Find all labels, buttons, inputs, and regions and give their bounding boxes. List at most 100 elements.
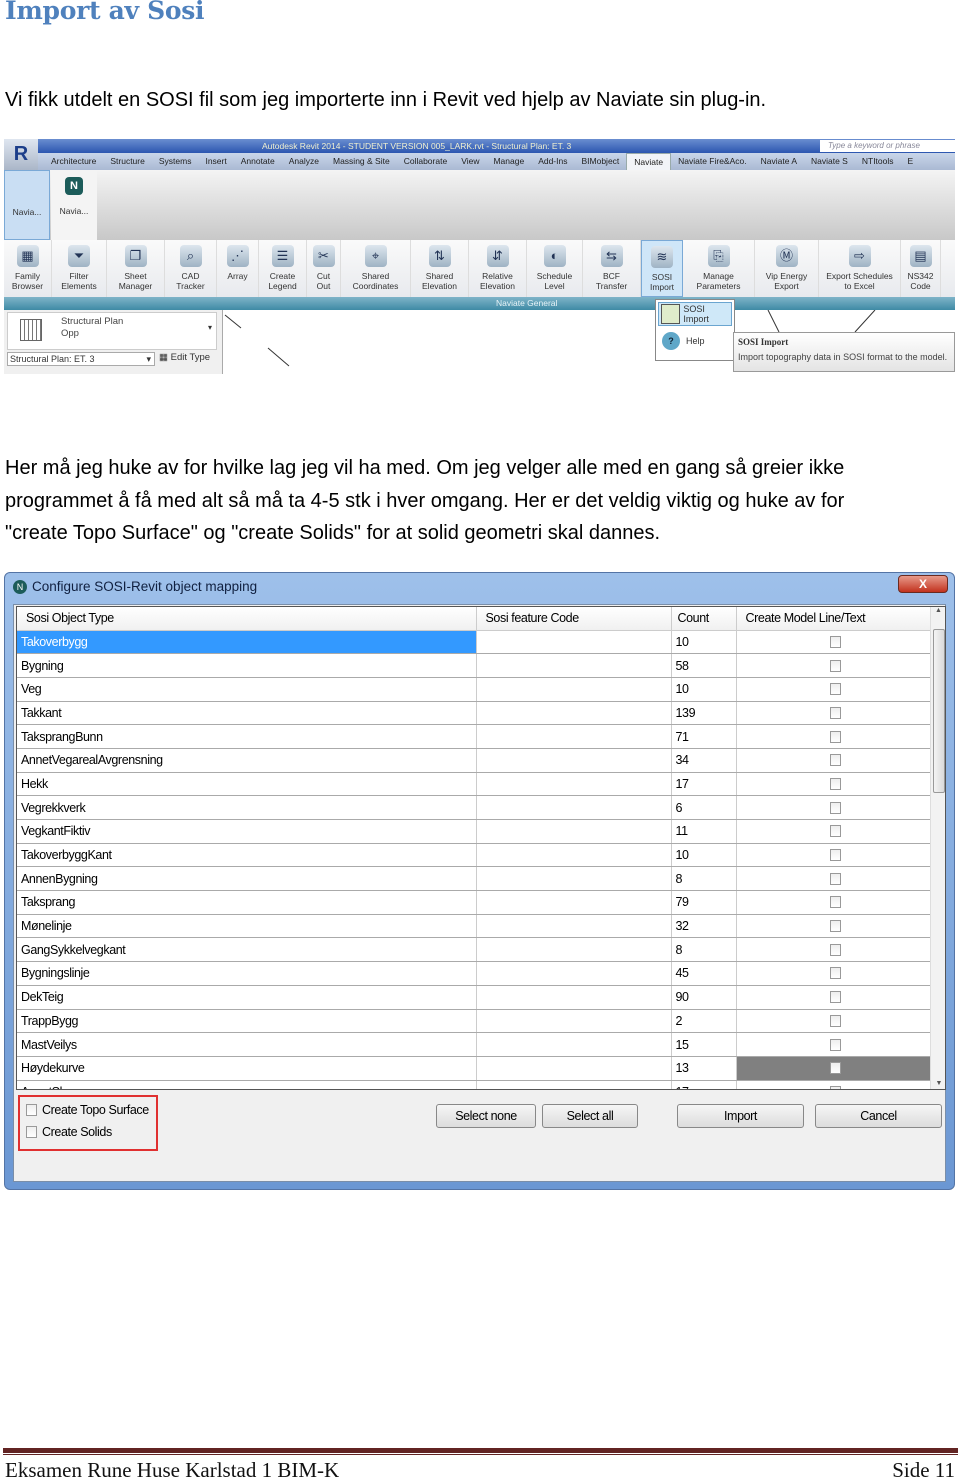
menu-item-help[interactable]: ? Help [658,332,732,350]
ribbon-button-export-schedules-to-excel[interactable]: ⇨ Export Schedules to Excel [819,240,901,297]
ribbon-button-relative-elevation[interactable]: ⇵ Relative Elevation [469,240,527,297]
ribbon-button-filter-elements[interactable]: ⏷ Filter Elements [52,240,107,297]
vertical-scrollbar[interactable]: ▲ ▼ [930,607,945,1089]
cancel-button[interactable]: Cancel [815,1104,942,1128]
tab-annotate[interactable]: Annotate [234,153,282,170]
create-model-line-checkbox[interactable] [829,920,841,933]
tab-bimobject[interactable]: BIMobject [574,153,626,170]
table-row[interactable]: AnnetSkap 17 [17,1080,931,1089]
table-row[interactable]: Veg 10 [17,677,931,702]
create-model-line-checkbox[interactable] [829,872,841,885]
ribbon-button-family-browser[interactable]: ▦ Family Browser [4,240,52,297]
create-model-line-checkbox[interactable] [829,825,841,838]
table-row[interactable]: Bygningslinje 45 [17,961,931,986]
close-button[interactable]: X [898,575,948,593]
table-row[interactable]: AnnetVegarealAvgrensning 34 [17,748,931,773]
import-button[interactable]: Import [677,1104,804,1128]
table-row[interactable]: Hekk 17 [17,772,931,797]
feature-code-cell[interactable] [476,1032,672,1057]
feature-code-cell[interactable] [476,653,672,678]
table-row[interactable]: TakoverbyggKant 10 [17,843,931,868]
feature-code-cell[interactable] [476,890,672,915]
tab-insert[interactable]: Insert [198,153,233,170]
column-header[interactable]: Count [671,607,737,631]
tab-massing-site[interactable]: Massing & Site [326,153,397,170]
feature-code-cell[interactable] [476,985,672,1010]
tab-ntitools[interactable]: NTItools [855,153,901,170]
feature-code-cell[interactable] [476,1080,672,1089]
tab-naviate[interactable]: Naviate [626,153,672,170]
ribbon-button-create-legend[interactable]: ☰ Create Legend [259,240,307,297]
ribbon-button-schedule-level[interactable]: ◐ Schedule Level [527,240,583,297]
edit-type-button[interactable]: ▦ Edit Type [159,352,210,363]
table-row[interactable]: AnnenBygning 8 [17,866,931,892]
ribbon-button-ns342-code[interactable]: ▤ NS342 Code [901,240,941,297]
ribbon-button-vip-energy-export[interactable]: Ⓜ Vip Energy Export [755,240,819,297]
create-model-line-checkbox[interactable] [829,635,841,648]
scroll-up-icon[interactable]: ▲ [931,607,945,614]
table-row[interactable]: GangSykkelvegkant 8 [17,937,931,963]
ribbon-button-manage-parameters[interactable]: ⎘ Manage Parameters [683,240,755,297]
feature-code-cell[interactable] [476,961,672,986]
table-row[interactable]: Mønelinje 32 [17,914,931,939]
tab-naviate-s[interactable]: Naviate S [804,153,855,170]
create-model-line-checkbox[interactable] [829,943,841,956]
ribbon-button-sosi-import[interactable]: ≋ SOSI Import [641,240,683,297]
naviate-button-1[interactable]: Navia... [4,170,50,240]
tab-e[interactable]: E [901,153,921,170]
ribbon-button-shared-coordinates[interactable]: ⌖ Shared Coordinates [341,240,411,297]
tab-systems[interactable]: Systems [152,153,199,170]
create-model-line-checkbox[interactable] [829,991,841,1004]
feature-code-cell[interactable] [476,843,672,868]
create-model-line-checkbox[interactable] [829,1038,841,1051]
revit-logo-icon[interactable]: R [4,139,38,170]
table-row[interactable]: DekTeig 90 [17,985,931,1010]
ribbon-button-cad-tracker[interactable]: ⌕ CAD Tracker [165,240,217,297]
ribbon-button-cut-out[interactable]: ✂ Cut Out [307,240,341,297]
feature-code-cell[interactable] [476,937,672,963]
tab-view[interactable]: View [454,153,486,170]
feature-code-cell[interactable] [476,1056,672,1081]
table-row[interactable]: Takoverbygg 10 [17,630,931,655]
view-selector[interactable]: Structural Plan: ET. 3 ▾ [7,352,155,366]
create-model-line-checkbox[interactable] [829,706,841,719]
create-model-line-checkbox[interactable] [829,849,841,862]
feature-code-cell[interactable] [476,772,672,797]
tab-analyze[interactable]: Analyze [282,153,326,170]
table-row[interactable]: MastVeilys 15 [17,1032,931,1057]
scrollbar-thumb[interactable] [933,629,945,793]
search-box[interactable]: Type a keyword or phrase [820,140,955,152]
feature-code-cell[interactable] [476,701,672,726]
create-model-line-checkbox[interactable] [829,1014,841,1027]
create-model-line-checkbox[interactable] [829,801,841,814]
type-selector[interactable]: Structural Plan Opp ▾ [7,312,217,350]
create-model-line-checkbox[interactable] [829,777,841,790]
feature-code-cell[interactable] [476,866,672,892]
feature-code-cell[interactable] [476,914,672,939]
feature-code-cell[interactable] [476,630,672,655]
tab-add-ins[interactable]: Add-Ins [531,153,574,170]
table-row[interactable]: VegkantFiktiv 11 [17,819,931,844]
tab-structure[interactable]: Structure [103,153,152,170]
ribbon-button-shared-elevation[interactable]: ⇅ Shared Elevation [411,240,469,297]
feature-code-cell[interactable] [476,795,672,820]
create-model-line-checkbox[interactable] [829,896,841,909]
table-row[interactable]: Bygning 58 [17,653,931,678]
feature-code-cell[interactable] [476,819,672,844]
create-model-line-checkbox[interactable] [829,683,841,696]
tab-manage[interactable]: Manage [486,153,531,170]
feature-code-cell[interactable] [476,677,672,702]
feature-code-cell[interactable] [476,1009,672,1034]
select-none-button[interactable]: Select none [436,1104,536,1128]
tab-architecture[interactable]: Architecture [44,153,103,170]
ribbon-button-sheet-manager[interactable]: ❐ Sheet Manager [107,240,165,297]
tab-naviate-a[interactable]: Naviate A [754,153,804,170]
feature-code-cell[interactable] [476,748,672,773]
create-topo-surface-checkbox[interactable]: Create Topo Surface [26,1103,156,1117]
table-row[interactable]: Vegrekkverk 6 [17,795,931,820]
table-row[interactable]: Takkant 139 [17,701,931,726]
create-model-line-checkbox[interactable] [829,730,841,743]
create-model-line-checkbox[interactable] [829,967,841,980]
table-row[interactable]: Taksprang 79 [17,890,931,915]
create-model-line-checkbox[interactable] [829,659,841,672]
